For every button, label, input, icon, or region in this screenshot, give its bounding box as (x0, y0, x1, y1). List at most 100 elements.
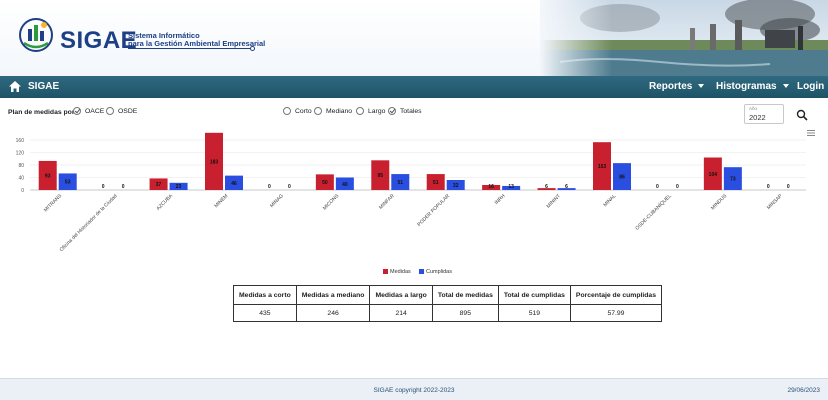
bar-value-label: 40 (342, 182, 348, 188)
home-icon[interactable] (8, 80, 22, 93)
bar-value-label: 53 (65, 180, 71, 186)
summary-value-row: 435 246 214 895 519 57.99 (233, 304, 663, 322)
y-tick-label: 40 (18, 176, 24, 182)
footer-copyright: SIGAE copyright 2022-2023 (373, 387, 455, 394)
x-tick-label: MINAL (602, 193, 617, 208)
x-tick-label: MINFAR (378, 193, 396, 211)
checked-radio-icon[interactable] (73, 107, 81, 115)
search-icon[interactable] (796, 109, 808, 121)
bar-value-label: 16 (488, 184, 494, 190)
option-totales[interactable]: Totales (388, 107, 422, 115)
header-total-cumplidas: Total de cumplidas (497, 285, 571, 305)
header-medidas-corto: Medidas a corto (233, 285, 297, 305)
value-medidas-mediano: 246 (295, 304, 371, 322)
bar-value-label: 13 (508, 184, 514, 190)
option-corto[interactable]: Corto (283, 107, 312, 115)
x-tick-label: AZCUBA (155, 193, 174, 212)
value-medidas-largo: 214 (369, 304, 433, 322)
bar-value-label: 46 (231, 181, 237, 187)
nav-reportes-menu[interactable]: Reportes (649, 81, 705, 92)
x-tick-label: MINDUS (710, 193, 729, 212)
option-mediano-label: Mediano (326, 107, 353, 115)
value-porcentaje-cumplidas: 57.99 (569, 304, 663, 322)
y-tick-label: 160 (16, 138, 25, 144)
bar-value-label: 73 (730, 177, 736, 183)
header-banner: SIGAE Sistema Informático para la Gestió… (0, 0, 828, 76)
radio-icon[interactable] (314, 107, 322, 115)
bar-value-label: 0 (102, 184, 105, 190)
filters-bar: Plan de medidas por: OACE OSDE Corto Med… (0, 104, 828, 124)
bar-value-label: 86 (619, 175, 625, 181)
logo-wordmark: SIGAE (60, 27, 138, 54)
value-total-cumplidas: 519 (497, 304, 571, 322)
bar-value-label: 104 (709, 172, 718, 178)
nav-login-link[interactable]: Login (797, 81, 824, 92)
top-navbar: SIGAE Reportes Histogramas Login (0, 76, 828, 98)
nav-histogramas-label: Histogramas (716, 81, 777, 92)
bar-value-label: 0 (767, 184, 770, 190)
legend-label: Medidas (390, 269, 411, 275)
bar-value-label: 0 (676, 184, 679, 190)
bar-value-label: 183 (210, 159, 219, 165)
year-input[interactable]: Año 2022 (744, 104, 784, 124)
year-input-label: Año (749, 106, 758, 111)
header-medidas-mediano: Medidas a mediano (295, 285, 371, 305)
industrial-landscape-image (540, 0, 828, 76)
bar-value-label: 0 (288, 184, 291, 190)
option-mediano[interactable]: Mediano (314, 107, 352, 115)
logo-subtitle-line2: para la Gestión Ambiental Empresarial (128, 39, 266, 48)
caret-down-icon (782, 84, 789, 89)
option-osde-label: OSDE (118, 107, 138, 115)
bar-value-label: 51 (398, 180, 404, 186)
footer: SIGAE copyright 2022-2023 29/06/2023 (0, 378, 828, 400)
bar-value-label: 32 (453, 183, 459, 189)
header-porcentaje-cumplidas: Porcentaje de cumplidas (569, 285, 663, 305)
plan-medidas-label: Plan de medidas por: (8, 109, 77, 116)
option-corto-label: Corto (295, 107, 312, 115)
logo-underline (128, 48, 252, 49)
bar-value-label: 93 (45, 173, 51, 179)
y-tick-label: 80 (18, 163, 24, 169)
navbar-brand[interactable]: SIGAE (28, 81, 59, 92)
legend-swatch (419, 269, 424, 274)
x-tick-label: PODER POPULAR (416, 193, 451, 228)
legend-label: Cumplidas (426, 269, 452, 275)
x-tick-label: MINAG (269, 193, 285, 209)
nav-histogramas-menu[interactable]: Histogramas (716, 81, 789, 92)
bar-value-label: 37 (156, 182, 162, 188)
x-tick-label: INRH (494, 193, 507, 206)
bar-chart: 040801201609353MITRANS0 0Oficina del Hist… (16, 132, 806, 275)
x-tick-label: MININT (546, 193, 562, 209)
sigae-logo-icon (19, 18, 53, 52)
value-medidas-corto: 435 (233, 304, 297, 322)
x-tick-label: OSDE-CUBANÍQUEL (634, 192, 673, 231)
caret-down-icon (698, 84, 705, 89)
option-oace[interactable]: OACE (73, 107, 104, 115)
bar-value-label: 6 (565, 184, 568, 190)
bar-value-label: 0 (787, 184, 790, 190)
bar-value-label: 0 (122, 184, 125, 190)
page: SIGAE Sistema Informático para la Gestió… (0, 0, 828, 400)
option-largo[interactable]: Largo (356, 107, 385, 115)
summary-header-row: Medidas a corto Medidas a mediano Medida… (233, 285, 663, 305)
value-total-medidas: 895 (431, 304, 499, 322)
year-input-value: 2022 (749, 113, 766, 122)
option-osde[interactable]: OSDE (106, 107, 137, 115)
bar-value-label: 0 (268, 184, 271, 190)
radio-icon[interactable] (106, 107, 114, 115)
logo-underline-dot (250, 46, 255, 51)
header-total-medidas: Total de medidas (431, 285, 499, 305)
x-tick-label: MINSAP (766, 193, 784, 211)
x-tick-label: MINEM (213, 193, 229, 209)
footer-date: 29/06/2023 (787, 387, 820, 394)
bar-value-label: 23 (176, 184, 182, 190)
option-oace-label: OACE (85, 107, 105, 115)
bar-value-label: 6 (545, 184, 548, 190)
radio-icon[interactable] (356, 107, 364, 115)
bar-value-label: 51 (433, 180, 439, 186)
bar-value-label: 95 (378, 173, 384, 179)
header-medidas-largo: Medidas a largo (369, 285, 433, 305)
x-tick-label: MITRANS (43, 193, 64, 214)
radio-icon[interactable] (283, 107, 291, 115)
checked-radio-icon[interactable] (388, 107, 396, 115)
